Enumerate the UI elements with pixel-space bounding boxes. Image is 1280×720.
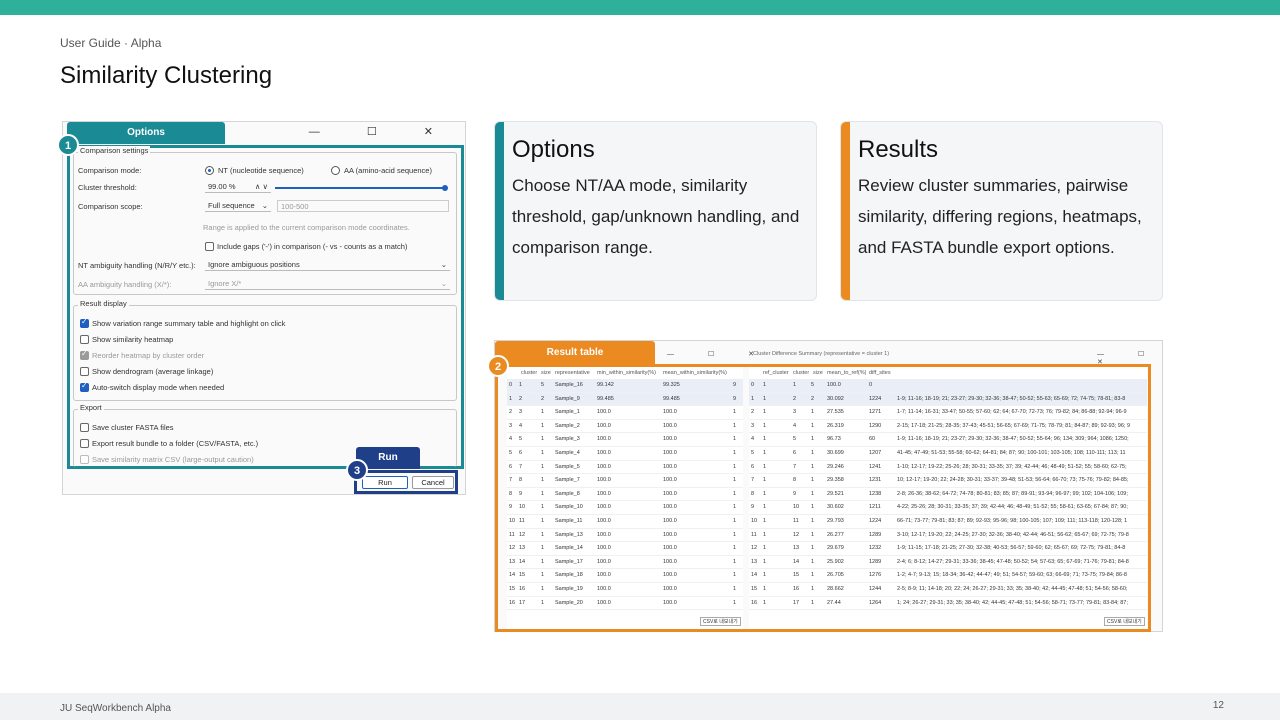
variation-summary-label: Show variation range summary table and h…	[92, 319, 286, 328]
chevron-down-icon: ⌄	[261, 201, 268, 210]
aa-ambiguity-value: Ignore X/*	[208, 279, 242, 288]
save-matrix-label: Save similarity matrix CSV (large-output…	[92, 455, 254, 464]
options-card-accent	[495, 122, 504, 300]
threshold-slider-handle[interactable]	[442, 185, 448, 191]
export-bundle-label: Export result bundle to a folder (CSV/FA…	[92, 439, 259, 448]
result-table-tab-label: Result table	[495, 341, 655, 364]
threshold-slider-track[interactable]	[275, 187, 445, 189]
save-fasta-label: Save cluster FASTA files	[92, 423, 174, 432]
page-number: 12	[1212, 700, 1224, 711]
cluster-threshold-spinbox[interactable]: 99.00 % ∧ ∨	[205, 181, 271, 193]
run-button[interactable]: Run	[362, 476, 408, 489]
save-fasta-checkbox[interactable]	[80, 423, 89, 432]
include-gaps-label: Include gaps ('-') in comparison (- vs -…	[217, 242, 408, 251]
options-dialog: Options — ☐ ✕ Comparison settings Compar…	[62, 121, 466, 495]
nt-mode-label: NT (nucleotide sequence)	[218, 166, 304, 175]
page-title: Similarity Clustering	[60, 62, 273, 89]
dendrogram-label: Show dendrogram (average linkage)	[92, 367, 214, 376]
similarity-heatmap-label: Show similarity heatmap	[92, 335, 174, 344]
range-input[interactable]: 100-500	[277, 200, 449, 212]
aa-ambiguity-select[interactable]: Ignore X/* ⌄	[205, 278, 450, 290]
aa-ambiguity-label: AA ambiguity handling (X/*):	[78, 280, 172, 289]
auto-switch-checkbox[interactable]	[80, 381, 89, 392]
top-accent-bar	[0, 0, 1280, 15]
results-screenshot: Result table — ☐ ✕ Cluster Difference Su…	[494, 340, 1163, 632]
threshold-value: 99.00 %	[208, 182, 236, 191]
result-display-title: Result display	[78, 299, 129, 308]
export-title: Export	[78, 403, 104, 412]
chevron-down-icon: ⌄	[440, 279, 447, 288]
callout-2: 2	[487, 355, 509, 377]
results-card-title: Results	[858, 136, 939, 163]
comparison-settings-group: Comparison settings Comparison mode: NT …	[73, 146, 457, 295]
range-note: Range is applied to the current comparis…	[203, 223, 410, 232]
save-matrix-checkbox[interactable]	[80, 455, 89, 464]
scope-value: Full sequence	[208, 201, 255, 210]
cancel-button[interactable]: Cancel	[412, 476, 454, 489]
results-card-accent	[841, 122, 850, 300]
callout-3: 3	[346, 459, 368, 481]
footer-bar: JU SeqWorkbench Alpha 12	[0, 693, 1280, 720]
right-window-title: Cluster Difference Summary (representati…	[753, 351, 890, 357]
callout-1: 1	[57, 134, 79, 156]
options-card: Options Choose NT/AA mode, similarity th…	[494, 121, 817, 301]
comparison-settings-title: Comparison settings	[78, 146, 151, 155]
auto-switch-label: Auto-switch display mode when needed	[92, 383, 225, 392]
options-card-title: Options	[512, 136, 595, 163]
options-tab-label: Options	[67, 122, 225, 144]
comparison-scope-select[interactable]: Full sequence ⌄	[205, 200, 271, 212]
footer-app-name: JU SeqWorkbench Alpha	[60, 703, 171, 714]
breadcrumb: User Guide · Alpha	[60, 36, 162, 50]
spin-arrows-icon[interactable]: ∧ ∨	[255, 181, 268, 192]
similarity-heatmap-checkbox[interactable]	[80, 335, 89, 344]
window-controls[interactable]: — ☐ ✕	[309, 125, 455, 138]
results-card: Results Review cluster summaries, pairwi…	[840, 121, 1163, 301]
cluster-threshold-label: Cluster threshold:	[78, 183, 137, 192]
result-display-group: Result display Show variation range summ…	[73, 299, 457, 401]
nt-ambiguity-label: NT ambiguity handling (N/R/Y etc.):	[78, 261, 196, 270]
export-bundle-checkbox[interactable]	[80, 439, 89, 448]
nt-mode-radio[interactable]	[205, 166, 214, 175]
comparison-scope-label: Comparison scope:	[78, 202, 143, 211]
reorder-heatmap-label: Reorder heatmap by cluster order	[92, 351, 205, 360]
include-gaps-checkbox[interactable]	[205, 242, 214, 251]
aa-mode-label: AA (amino-acid sequence)	[344, 166, 432, 175]
options-card-body: Choose NT/AA mode, similarity threshold,…	[512, 176, 800, 257]
variation-summary-checkbox[interactable]	[80, 317, 89, 328]
chevron-down-icon: ⌄	[440, 260, 447, 269]
result-highlight-frame	[495, 364, 1151, 632]
reorder-heatmap-checkbox[interactable]	[80, 349, 89, 360]
comparison-mode-label: Comparison mode:	[78, 166, 142, 175]
results-card-body: Review cluster summaries, pairwise simil…	[858, 176, 1142, 257]
nt-ambiguity-select[interactable]: Ignore ambiguous positions ⌄	[205, 259, 450, 271]
run-highlight-frame: Run Cancel	[354, 470, 458, 494]
nt-ambiguity-value: Ignore ambiguous positions	[208, 260, 300, 269]
aa-mode-radio[interactable]	[331, 166, 340, 175]
dendrogram-checkbox[interactable]	[80, 367, 89, 376]
